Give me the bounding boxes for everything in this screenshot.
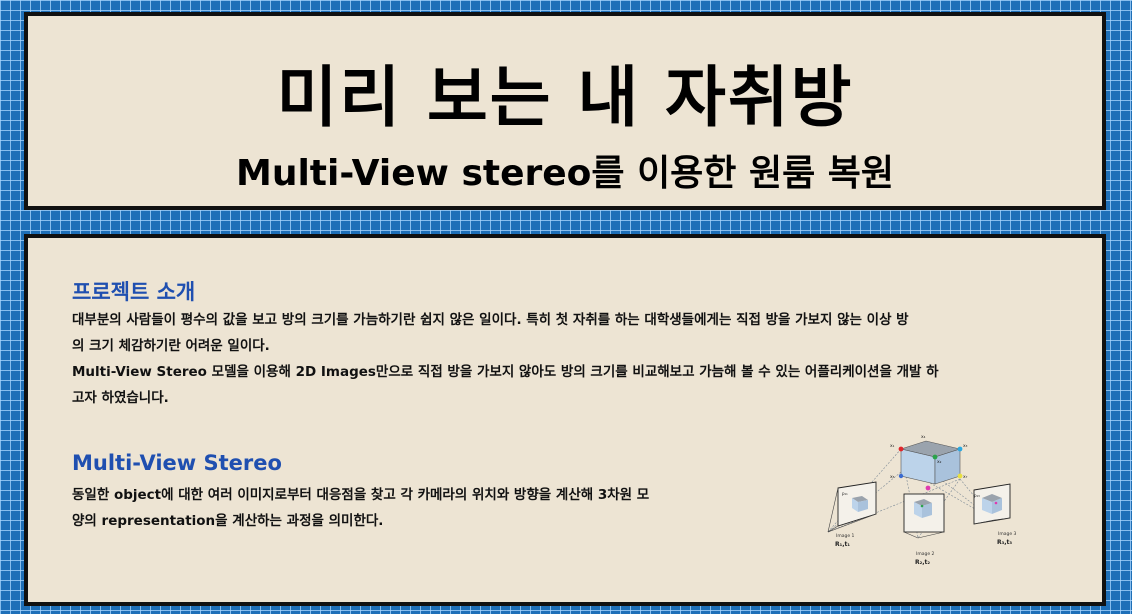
camera3-pose: R₃,t₃ (997, 539, 1012, 546)
mvs-heading: Multi-View Stereo (72, 451, 282, 475)
projection-label-p13: p₁₃ (974, 493, 980, 498)
multi-view-stereo-diagram: x₁ x₄ x₂ x₃ x₅ x₆ x₇ p₁₁ Image 1 R₁,t₁ (827, 435, 1017, 566)
camera2-pose: R₂,t₂ (915, 559, 930, 566)
label-x7: x₇ (963, 475, 968, 480)
page-subtitle: Multi-View stereo를 이용한 원룸 복원 (236, 153, 894, 194)
camera-1: p₁₁ Image 1 R₁,t₁ (827, 481, 877, 548)
cube-3d (899, 440, 962, 485)
project-line-1: 대부분의 사람들이 평수의 값을 보고 방의 크기를 가늠하기란 쉽지 않은 일… (72, 312, 909, 328)
label-x2: x₂ (937, 460, 942, 465)
mvs-line-2: 양의 representation을 계산하는 과정을 의미한다. (72, 513, 384, 529)
image1-label: Image 1 (836, 533, 855, 539)
mvs-description: 동일한 object에 대한 여러 이미지로부터 대응점을 찾고 각 카메라의 … (72, 482, 649, 534)
label-x5: x₅ (890, 475, 895, 480)
point-x1 (898, 446, 904, 452)
point-x3 (957, 446, 963, 452)
label-x3: x₃ (963, 444, 968, 449)
camera1-pose: R₁,t₁ (835, 541, 850, 548)
camera-2: Image 2 R₂,t₂ (903, 493, 945, 566)
label-x1: x₁ (890, 444, 895, 449)
projection-label-p11: p₁₁ (842, 491, 848, 496)
project-line-3: Multi-View Stereo 모델을 이용해 2D Images만으로 직… (72, 364, 939, 380)
camera-3: p₁₃ Image 3 R₃,t₃ (973, 483, 1017, 546)
project-line-2: 의 크기 체감하기란 어려운 일이다. (72, 338, 270, 354)
image3-label: Image 3 (998, 531, 1017, 537)
project-description: 대부분의 사람들이 평수의 값을 보고 방의 크기를 가늠하기란 쉽지 않은 일… (72, 307, 939, 411)
image2-label: Image 2 (916, 551, 935, 557)
page-title: 미리 보는 내 자취방 (276, 59, 854, 136)
mvs-line-1: 동일한 object에 대한 여러 이미지로부터 대응점을 찾고 각 카메라의 … (72, 487, 650, 503)
point-x2 (932, 454, 938, 460)
content-panel: 프로젝트 소개 대부분의 사람들이 평수의 값을 보고 방의 크기를 가늠하기란… (24, 234, 1106, 606)
label-x4: x₄ (921, 435, 926, 440)
point-x6 (925, 485, 931, 491)
point-x5 (898, 473, 904, 479)
project-line-4: 고자 하였습니다. (72, 390, 169, 406)
point-x7 (957, 473, 963, 479)
title-panel: 미리 보는 내 자취방 Multi-View stereo를 이용한 원룸 복원 (24, 12, 1106, 210)
project-heading: 프로젝트 소개 (72, 280, 196, 304)
